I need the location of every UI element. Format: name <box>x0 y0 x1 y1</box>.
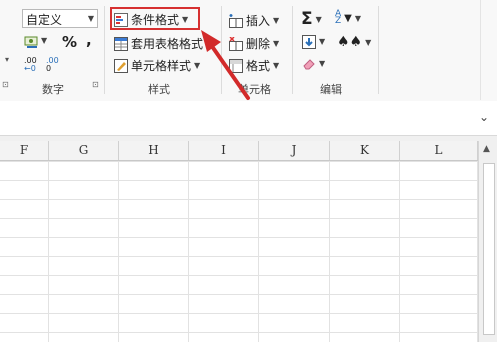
table-icon <box>114 37 128 51</box>
ribbon-scroll-area <box>480 0 497 100</box>
chevron-down-icon: ▼ <box>365 37 372 47</box>
find-select-button[interactable]: ♠♠ ▼ <box>337 34 371 50</box>
column-header-l[interactable]: L <box>400 141 478 160</box>
number-format-value: 自定义 <box>26 13 63 27</box>
separator <box>378 6 379 94</box>
accounting-format-button[interactable]: ▼ <box>24 34 48 48</box>
insert-button[interactable]: 插入 ▼ <box>229 12 279 29</box>
chevron-down-icon: ▼ <box>273 39 280 48</box>
scrollbar-thumb[interactable] <box>483 163 495 335</box>
chevron-down-icon: ▼ <box>354 13 362 23</box>
comma-style-button[interactable]: , <box>86 31 92 49</box>
percent-style-button[interactable]: % <box>62 33 77 51</box>
number-format-dropdown[interactable]: 自定义 ▼ <box>22 9 98 28</box>
clear-button[interactable]: ▼ <box>302 57 325 70</box>
separator <box>292 6 293 94</box>
separator <box>104 6 105 94</box>
currency-icon <box>24 34 38 48</box>
grid-line <box>329 161 330 342</box>
vertical-scrollbar[interactable]: ▲ <box>478 141 497 342</box>
chevron-down-icon: ▼ <box>319 59 326 68</box>
chevron-down-icon: ▼ <box>319 37 326 46</box>
column-header-k[interactable]: K <box>330 141 400 160</box>
cell-styles-label: 单元格样式 <box>131 59 192 73</box>
decrease-decimal-button[interactable]: .00 0 <box>46 57 63 73</box>
sort-filter-icon: AZ <box>335 9 342 26</box>
insert-icon <box>229 14 243 28</box>
grid-line <box>258 161 259 342</box>
cell-grid[interactable] <box>0 161 478 342</box>
annotation-arrow <box>201 30 250 100</box>
grid-line <box>118 161 119 342</box>
expand-formula-bar-icon[interactable]: ⌄ <box>479 110 489 124</box>
sigma-icon: Σ <box>301 9 313 29</box>
column-headers: F G H I J K L <box>0 141 478 161</box>
cell-styles-button[interactable]: 单元格样式 ▼ <box>114 57 200 74</box>
binoculars-icon: ♠♠ <box>337 34 363 50</box>
grid-line <box>399 161 400 342</box>
number-group-label: 数字 <box>42 83 64 96</box>
fill-button[interactable]: ▼ <box>302 35 326 49</box>
decrease-decimal-label: 0 <box>46 64 52 73</box>
format-as-table-label: 套用表格格式 <box>131 37 204 51</box>
number-dialog-launcher-icon[interactable]: ⊡ <box>92 80 99 89</box>
increase-decimal-button[interactable]: .00 ←0 <box>24 57 41 73</box>
grid-line <box>48 161 49 342</box>
sort-filter-button[interactable]: AZ ▼ ▼ <box>335 9 362 26</box>
column-header-j[interactable]: J <box>259 141 330 160</box>
chevron-down-icon: ▼ <box>273 61 280 70</box>
fill-down-icon <box>302 35 316 49</box>
styles-group-label: 样式 <box>148 83 170 96</box>
column-header-i[interactable]: I <box>189 141 259 160</box>
formula-bar[interactable]: ⌄ <box>0 101 497 136</box>
chevron-down-icon: ▼ <box>273 16 280 25</box>
chevron-down-icon: ▼ <box>315 14 322 24</box>
column-header-h[interactable]: H <box>119 141 189 160</box>
insert-label: 插入 <box>246 14 271 28</box>
autosum-button[interactable]: Σ ▼ <box>301 9 322 29</box>
cell-styles-icon <box>114 59 128 73</box>
dialog-launcher-icon[interactable]: ⊡ <box>2 80 9 89</box>
filter-icon: ▼ <box>344 12 352 24</box>
scroll-up-icon[interactable]: ▲ <box>483 144 490 154</box>
chevron-down-icon: ▼ <box>41 36 48 45</box>
chevron-down-icon: ▾ <box>5 55 10 64</box>
editing-group-label: 编辑 <box>320 83 342 96</box>
highlight-box <box>110 7 200 30</box>
column-header-g[interactable]: G <box>49 141 119 160</box>
column-header-f[interactable]: F <box>0 141 49 160</box>
eraser-icon <box>302 57 316 70</box>
grid-line <box>188 161 189 342</box>
chevron-down-icon: ▼ <box>87 14 94 23</box>
